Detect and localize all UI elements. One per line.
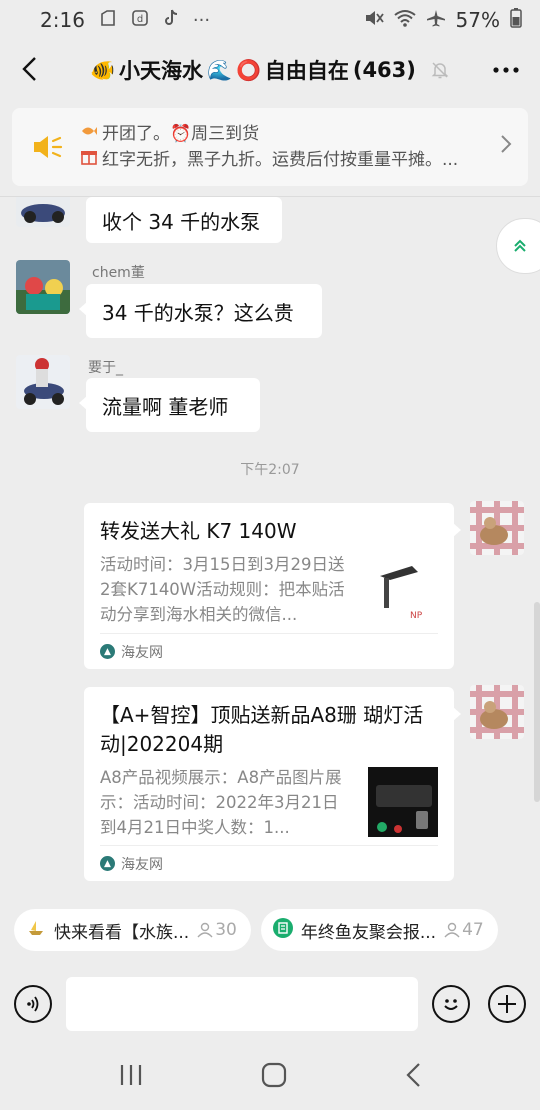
voice-button[interactable]	[14, 985, 52, 1023]
chip-label: 快来看看【水族...	[54, 922, 190, 943]
gift-icon	[80, 147, 98, 173]
battery-icon	[510, 7, 522, 33]
chip-label: 年终鱼友聚会报...	[300, 922, 437, 943]
chat-header: 🐠 小天海水 🌊 ⭕ 自由自在 (463)	[0, 40, 540, 100]
avatar[interactable]	[16, 260, 70, 314]
emoji-button[interactable]	[432, 985, 470, 1023]
input-bar	[0, 964, 540, 1044]
airplane-icon	[426, 8, 446, 32]
message-bubble[interactable]: 收个 34 千的水泵	[86, 197, 282, 243]
plus-icon	[498, 995, 516, 1013]
wave-emoji-icon: 🌊	[207, 58, 232, 82]
message-bubble[interactable]: 流量啊 董老师	[79, 378, 260, 432]
person-icon	[444, 922, 460, 938]
system-back-button[interactable]	[404, 1062, 422, 1092]
document-icon	[272, 917, 293, 943]
back-button[interactable]	[14, 54, 44, 84]
message-list[interactable]: 收个 34 千的水泵 chem董 34 千的水泵？这么贵 要于_ 流量啊 董老师…	[0, 197, 540, 897]
card-title: 转发送大礼 K7 140W	[100, 519, 297, 543]
clipboard-icon	[99, 9, 117, 32]
bubble-tail	[453, 523, 461, 537]
announcement-text-1: 开团了。⏰周三到货	[102, 124, 260, 144]
card-title: 【A+智控】顶贴送新品A8珊 瑚灯活动|202204期	[100, 703, 424, 756]
system-nav-bar	[0, 1044, 540, 1110]
circle-emoji-icon: ⭕	[235, 58, 261, 82]
announcement-line-2: 红字无折，黑子九折。运费后付按重量平摊。...	[80, 147, 492, 173]
bubble-tail	[79, 396, 87, 410]
sender-name: chem董	[92, 265, 145, 281]
double-chevron-up-icon	[514, 239, 526, 252]
status-bar: 2:16 d ··· 57%	[0, 0, 540, 40]
bubble-tail	[453, 707, 461, 721]
my-avatar[interactable]	[470, 501, 524, 555]
source-logo-icon: ▲	[100, 644, 115, 659]
chip-count: 47	[444, 920, 484, 940]
back-arrow-icon	[22, 57, 36, 81]
tiktok-icon	[163, 9, 179, 32]
speaker-icon	[32, 134, 68, 160]
wifi-icon	[393, 8, 416, 32]
announcement-text-2: 红字无折，黑子九折。运费后付按重量平摊。...	[102, 150, 459, 170]
boat-icon	[26, 918, 46, 943]
home-icon	[261, 1062, 287, 1088]
more-options-button[interactable]	[492, 56, 520, 76]
add-button[interactable]	[488, 985, 526, 1023]
group-announcement[interactable]: 开团了。⏰周三到货 红字无折，黑子九折。运费后付按重量平摊。...	[12, 108, 528, 186]
pinned-chips: 快来看看【水族... 30 年终鱼友聚会报... 47	[0, 896, 540, 964]
chip-count-value: 30	[215, 920, 237, 940]
message-text: 34 千的水泵？这么贵	[102, 300, 294, 325]
battery-percent: 57%	[455, 8, 500, 32]
recent-apps-icon	[121, 1065, 142, 1085]
card-description: 活动时间：3月15日到3月29日送2套K7140W活动规则：把本贴活动分享到海水…	[100, 555, 345, 624]
vibrate-mute-icon	[364, 8, 384, 32]
person-icon	[197, 922, 213, 938]
member-count: (463)	[352, 58, 416, 82]
card-thumbnail	[368, 767, 438, 837]
pinned-chip[interactable]: 年终鱼友聚会报... 47	[260, 909, 498, 951]
status-time: 2:16	[40, 8, 85, 32]
voice-icon	[27, 996, 39, 1012]
my-avatar[interactable]	[470, 685, 524, 739]
link-card[interactable]: 【A+智控】顶贴送新品A8珊 瑚灯活动|202204期 A8产品视频展示：A8产…	[84, 687, 461, 881]
chat-title: 🐠 小天海水 🌊 ⭕ 自由自在 (463)	[90, 55, 450, 85]
avatar[interactable]	[16, 197, 70, 227]
message-text: 收个 34 千的水泵	[102, 209, 261, 234]
back-chevron-icon	[406, 1063, 420, 1087]
card-thumbnail: NP	[368, 554, 438, 624]
svg-text:NP: NP	[410, 611, 423, 621]
scrollbar-thumb[interactable]	[534, 602, 540, 802]
message-input[interactable]	[66, 977, 418, 1031]
chip-count: 30	[197, 920, 237, 940]
card-description: A8产品视频展示：A8产品图片展示：活动时间：2022年3月21日到4月21日中…	[100, 768, 342, 837]
title-part-1: 小天海水	[119, 59, 204, 83]
message-bubble[interactable]: 34 千的水泵？这么贵	[79, 284, 322, 338]
svg-text:d: d	[137, 14, 143, 25]
more-notifications-icon: ···	[192, 9, 211, 31]
chip-count-value: 47	[462, 920, 484, 940]
card-source: ▲ 海友网	[100, 633, 438, 669]
fish-icon	[80, 121, 98, 147]
recent-apps-button[interactable]	[118, 1063, 144, 1091]
chevron-right-icon	[500, 134, 512, 160]
message-text: 流量啊 董老师	[102, 394, 229, 419]
fish-emoji-icon: 🐠	[90, 58, 116, 82]
pinned-chip[interactable]: 快来看看【水族... 30	[14, 909, 251, 951]
card-source-name: 海友网	[121, 644, 163, 661]
card-source: ▲ 海友网	[100, 845, 438, 881]
source-logo-icon: ▲	[100, 856, 115, 871]
title-part-2: 自由自在	[264, 59, 349, 83]
mute-bell-icon	[430, 60, 450, 80]
link-card[interactable]: 转发送大礼 K7 140W 活动时间：3月15日到3月29日送2套K7140W活…	[84, 503, 461, 669]
message-timestamp: 下午2:07	[240, 462, 300, 478]
avatar[interactable]	[16, 355, 70, 409]
home-button[interactable]	[261, 1062, 287, 1092]
d-app-icon: d	[131, 9, 149, 32]
bubble-tail	[79, 302, 87, 316]
card-source-name: 海友网	[121, 856, 163, 873]
more-dots-icon	[493, 67, 519, 73]
smiley-icon	[444, 999, 458, 1010]
sender-name: 要于_	[88, 360, 123, 376]
announcement-line-1: 开团了。⏰周三到货	[80, 121, 492, 147]
